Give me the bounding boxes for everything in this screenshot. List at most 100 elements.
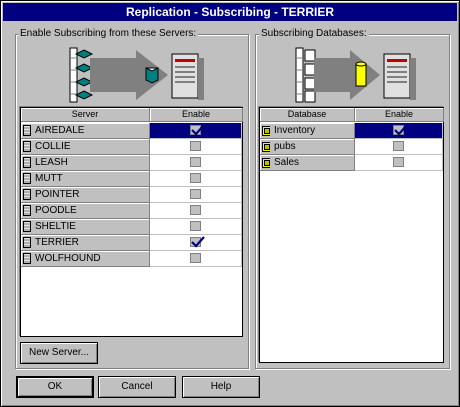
database-column-header[interactable]: Database [260,108,355,122]
server-row[interactable]: TERRIER [21,235,242,251]
server-icon [23,189,31,200]
database-icon [262,142,270,152]
source-databases-icon [295,47,316,103]
server-name: WOLFHOUND [35,253,101,264]
ok-button[interactable]: OK [16,376,94,398]
database-icon [262,126,270,136]
server-icon [23,221,31,232]
server-row[interactable]: WOLFHOUND [21,251,242,267]
databases-group: Subscribing Databases: Database Enable I… [255,28,450,369]
enable-checkbox[interactable] [392,157,404,167]
server-icon [23,157,31,168]
enable-checkbox[interactable] [189,141,201,151]
enable-checkbox[interactable] [189,253,201,263]
enable-checkbox[interactable] [392,141,404,151]
enable-cell[interactable] [150,139,242,155]
server-row[interactable]: AIREDALE [21,123,242,139]
new-server-button[interactable]: New Server... [20,342,98,364]
server-column-header[interactable]: Server [21,108,150,122]
server-icon [23,237,31,248]
database-name: Sales [274,157,300,168]
database-name-cell[interactable]: Inventory [260,123,355,139]
book-icon [145,67,159,84]
server-row[interactable]: MUTT [21,171,242,187]
enable-cell[interactable] [355,155,443,171]
server-row[interactable]: SHELTIE [21,219,242,235]
server-row[interactable]: LEASH [21,155,242,171]
server-name-cell[interactable]: WOLFHOUND [21,251,150,267]
server-name-cell[interactable]: MUTT [21,171,150,187]
server-icon [23,141,31,152]
server-name-cell[interactable]: COLLIE [21,139,150,155]
enable-checkbox[interactable] [189,236,205,248]
servers-grid[interactable]: Server Enable AIREDALE COLLIE LEASH MUTT POI… [20,107,243,337]
window-title: Replication - Subscribing - TERRIER [3,3,457,21]
database-name: pubs [274,141,296,152]
enable-cell[interactable] [355,139,443,155]
database-name-cell[interactable]: Sales [260,155,355,171]
server-name: POINTER [35,189,80,200]
enable-column-header[interactable]: Enable [150,108,243,122]
database-row[interactable]: Inventory [260,123,443,139]
server-replication-graphic [69,47,204,103]
database-icon [262,158,270,168]
checkmark-icon [393,124,408,136]
replication-subscribing-dialog: Replication - Subscribing - TERRIER Enab… [0,0,460,407]
server-icon [23,125,31,136]
enable-cell[interactable] [150,235,242,251]
enable-cell[interactable] [150,187,242,203]
server-icon [23,253,31,264]
checkmark-icon [190,124,205,136]
replication-arrow [314,50,380,100]
enable-cell[interactable] [150,171,242,187]
server-name-cell[interactable]: POODLE [21,203,150,219]
database-replication-graphic [295,47,416,103]
source-servers-icon [69,47,94,103]
enable-checkbox[interactable] [189,205,201,215]
enable-checkbox[interactable] [189,157,201,167]
cancel-button[interactable]: Cancel [98,376,176,398]
databases-grid[interactable]: Database Enable Inventory pubs Sales [259,107,444,363]
target-server-icon [383,53,416,100]
server-row[interactable]: POINTER [21,187,242,203]
servers-group-label: Enable Subscribing from these Servers: [18,28,199,39]
enable-column-header[interactable]: Enable [355,108,444,122]
database-name: Inventory [274,125,316,136]
enable-cell[interactable] [150,203,242,219]
enable-checkbox[interactable] [189,221,201,231]
server-name: POODLE [35,205,77,216]
server-icon [23,205,31,216]
enable-checkbox[interactable] [189,173,201,183]
server-name: TERRIER [35,237,79,248]
enable-cell[interactable] [150,251,242,267]
enable-cell[interactable] [355,123,443,139]
enable-cell[interactable] [150,219,242,235]
enable-checkbox[interactable] [189,189,201,199]
server-row[interactable]: COLLIE [21,139,242,155]
server-name-cell[interactable]: TERRIER [21,235,150,251]
target-server-icon [171,53,204,100]
enable-checkbox[interactable] [392,124,408,136]
server-row[interactable]: POODLE [21,203,242,219]
server-name-cell[interactable]: AIREDALE [21,123,150,139]
database-name-cell[interactable]: pubs [260,139,355,155]
help-button[interactable]: Help [182,376,260,398]
databases-group-label: Subscribing Databases: [259,28,369,39]
server-name-cell[interactable]: SHELTIE [21,219,150,235]
server-icon [23,173,31,184]
checkmark-icon [190,236,205,248]
database-row[interactable]: Sales [260,155,443,171]
server-name-cell[interactable]: LEASH [21,155,150,171]
database-cylinder-icon [355,61,367,87]
server-name: COLLIE [35,141,71,152]
server-name: MUTT [35,173,63,184]
database-row[interactable]: pubs [260,139,443,155]
enable-checkbox[interactable] [189,124,205,136]
server-name: SHELTIE [35,221,76,232]
server-name: AIREDALE [35,125,85,136]
enable-cell[interactable] [150,155,242,171]
servers-group: Enable Subscribing from these Servers: S… [15,28,249,369]
server-name: LEASH [35,157,68,168]
enable-cell[interactable] [150,123,242,139]
server-name-cell[interactable]: POINTER [21,187,150,203]
